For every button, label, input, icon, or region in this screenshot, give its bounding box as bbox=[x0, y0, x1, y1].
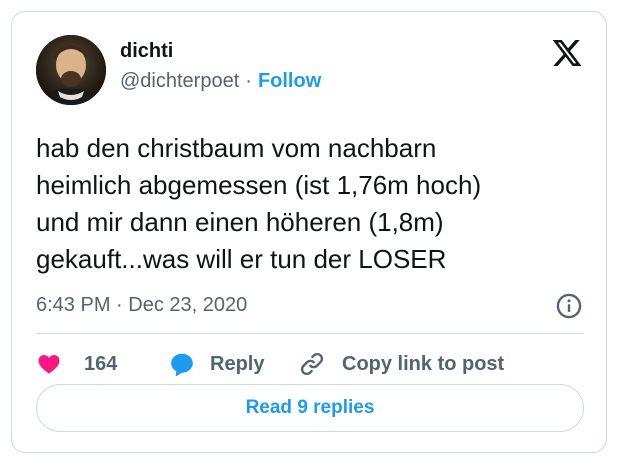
timestamp-link[interactable]: 6:43 PM · Dec 23, 2020 bbox=[36, 294, 247, 317]
tweet-text-line: hab den christbaum vom nachbarn bbox=[36, 133, 437, 163]
tweet-text-line: gekauft...was will er tun der LOSER bbox=[36, 244, 447, 274]
divider bbox=[36, 333, 584, 334]
tweet-text: hab den christbaum vom nachbarn heimlich… bbox=[36, 130, 596, 278]
tweet-text-line: heimlich abgemessen (ist 1,76m hoch) bbox=[36, 170, 482, 200]
portrait-avatar-image bbox=[36, 35, 106, 105]
heart-icon bbox=[38, 355, 60, 374]
link-icon bbox=[300, 352, 324, 376]
read-replies-button[interactable]: Read 9 replies bbox=[36, 384, 584, 432]
reply-button[interactable]: Reply bbox=[168, 348, 264, 380]
like-button[interactable]: 164 bbox=[36, 348, 117, 380]
avatar[interactable] bbox=[36, 35, 106, 105]
user-handle[interactable]: @dichterpoet bbox=[120, 70, 239, 92]
tweet-text-line: und mir dann einen höheren (1,8m) bbox=[36, 207, 444, 237]
follow-button[interactable]: Follow bbox=[258, 70, 321, 92]
action-bar: 164 Reply Copy link to post bbox=[36, 348, 584, 380]
handle-row: @dichterpoet · Follow bbox=[120, 70, 321, 93]
separator-dot: · bbox=[245, 70, 252, 92]
info-icon[interactable] bbox=[555, 292, 583, 320]
x-logo-icon[interactable] bbox=[550, 37, 584, 69]
copy-link-button[interactable]: Copy link to post bbox=[298, 348, 504, 380]
reply-bubble-icon bbox=[171, 353, 193, 377]
display-name[interactable]: dichti bbox=[120, 40, 173, 63]
like-count: 164 bbox=[84, 352, 118, 375]
reply-label: Reply bbox=[210, 352, 265, 375]
tweet-card: dichti @dichterpoet · Follow hab den chris… bbox=[11, 11, 607, 453]
copy-link-label: Copy link to post bbox=[342, 352, 505, 375]
